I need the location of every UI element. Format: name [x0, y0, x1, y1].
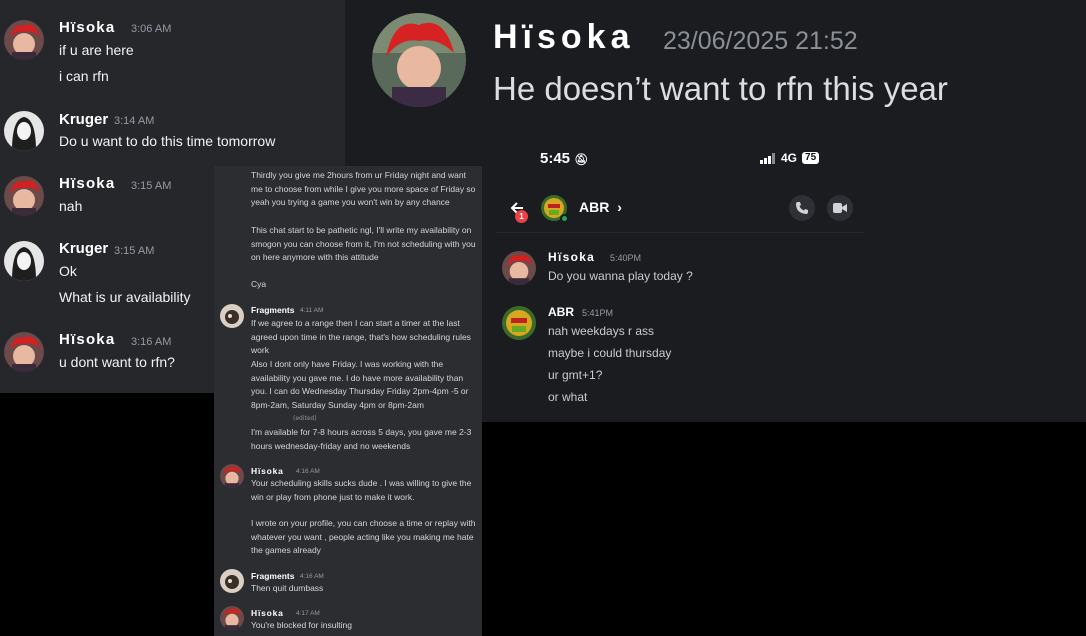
message-text: nah: [59, 198, 83, 214]
status-indicators: 4G 75: [760, 151, 820, 165]
message-text: Thirdly you give me 2hours from ur Frida…: [251, 170, 476, 207]
message-text: Also I dont only have Friday. I was work…: [251, 359, 469, 410]
timestamp: 5:41PM: [582, 308, 614, 318]
battery-indicator: 75: [802, 152, 820, 164]
avatar-fragments[interactable]: [220, 569, 244, 593]
message-text: ur gmt+1?: [548, 368, 603, 382]
author-name[interactable]: Hïsoka: [548, 250, 595, 264]
chevron-right-icon: ›: [617, 199, 622, 215]
avatar-abr[interactable]: [502, 306, 536, 340]
network-type: 4G: [781, 151, 798, 165]
status-time: 5:45 🔕︎: [540, 150, 588, 167]
avatar-fragments[interactable]: [220, 304, 244, 328]
message-text: Cya: [251, 279, 267, 289]
chat-panel-middle: Thirdly you give me 2hours from ur Frida…: [214, 166, 482, 636]
avatar-hisoka[interactable]: [220, 464, 244, 488]
avatar-kruger[interactable]: [4, 241, 44, 281]
message-text: u dont want to rfn?: [59, 354, 175, 370]
avatar-hisoka[interactable]: [4, 332, 44, 372]
author-name[interactable]: Hïsoka: [251, 466, 284, 476]
author-name[interactable]: Hïsoka: [59, 331, 115, 348]
dm-contact-name[interactable]: ABR ›: [579, 199, 622, 215]
header-author-name[interactable]: Hïsoka: [493, 18, 635, 57]
timestamp: 4:11 AM: [300, 307, 324, 314]
message-text: If we agree to a range then I can start …: [251, 318, 471, 355]
message-text: Your scheduling skills sucks dude . I wa…: [251, 478, 472, 502]
author-name[interactable]: ABR: [548, 305, 574, 319]
message-text: nah weekdays r ass: [548, 324, 655, 338]
message-text: Do you wanna play today ?: [548, 269, 693, 283]
message-text: I'm available for 7-8 hours across 5 day…: [251, 427, 472, 451]
header-message: He doesn’t want to rfn this year: [493, 70, 948, 107]
bell-muted-icon: 🔕︎: [574, 154, 589, 166]
dm-header: 1 ABR ›: [505, 190, 865, 230]
author-name[interactable]: Fragments: [251, 305, 294, 315]
message-text: Ok: [59, 263, 77, 279]
avatar-hisoka[interactable]: [4, 176, 44, 216]
message-text: Then quit dumbass: [251, 583, 324, 593]
video-call-button[interactable]: [827, 195, 853, 221]
timestamp: 4:16 AM: [296, 468, 320, 475]
message-text: if u are here: [59, 42, 134, 58]
edited-label: (edited): [293, 415, 317, 422]
timestamp: 3:14 AM: [114, 115, 155, 127]
avatar-kruger[interactable]: [4, 111, 44, 151]
message-text: I wrote on your profile, you can choose …: [251, 518, 476, 555]
message-text: i can rfn: [59, 68, 109, 84]
message-text: You're blocked for insulting: [251, 620, 353, 630]
author-name[interactable]: Hïsoka: [59, 19, 115, 36]
author-name[interactable]: Hïsoka: [59, 175, 115, 192]
message-text: maybe i could thursday: [548, 346, 672, 360]
avatar-hisoka[interactable]: [4, 20, 44, 60]
timestamp: 4:16 AM: [300, 573, 324, 580]
author-name[interactable]: Kruger: [59, 111, 108, 128]
header-divider: [495, 232, 865, 233]
timestamp: 3:15 AM: [131, 180, 172, 192]
author-name[interactable]: Kruger: [59, 240, 108, 257]
online-status-dot: [560, 214, 569, 223]
timestamp: 5:40PM: [610, 253, 642, 263]
message-text: This chat start to be pathetic ngl, I'll…: [251, 225, 476, 262]
message-text: Do u want to do this time tomorrow: [59, 133, 276, 149]
timestamp: 3:06 AM: [131, 23, 172, 35]
avatar-hisoka[interactable]: [502, 251, 536, 285]
timestamp: 3:16 AM: [131, 336, 172, 348]
author-name[interactable]: Hïsoka: [251, 608, 284, 618]
header-timestamp: 23/06/2025 21:52: [663, 27, 858, 55]
author-name[interactable]: Fragments: [251, 571, 294, 581]
video-icon: [833, 203, 847, 213]
voice-call-button[interactable]: [789, 195, 815, 221]
signal-icon: [760, 152, 775, 164]
timestamp: 4:17 AM: [296, 610, 320, 617]
unread-badge: 1: [515, 210, 528, 223]
phone-icon: [796, 202, 808, 214]
message-text: What is ur availability: [59, 289, 191, 305]
avatar-hisoka-large[interactable]: [372, 13, 466, 107]
back-arrow-icon[interactable]: 1: [508, 198, 528, 223]
avatar-hisoka[interactable]: [220, 606, 244, 630]
status-clock: 5:45: [540, 150, 571, 167]
timestamp: 3:15 AM: [114, 245, 155, 257]
dm-contact-label: ABR: [579, 199, 610, 215]
message-text: or what: [548, 390, 588, 404]
